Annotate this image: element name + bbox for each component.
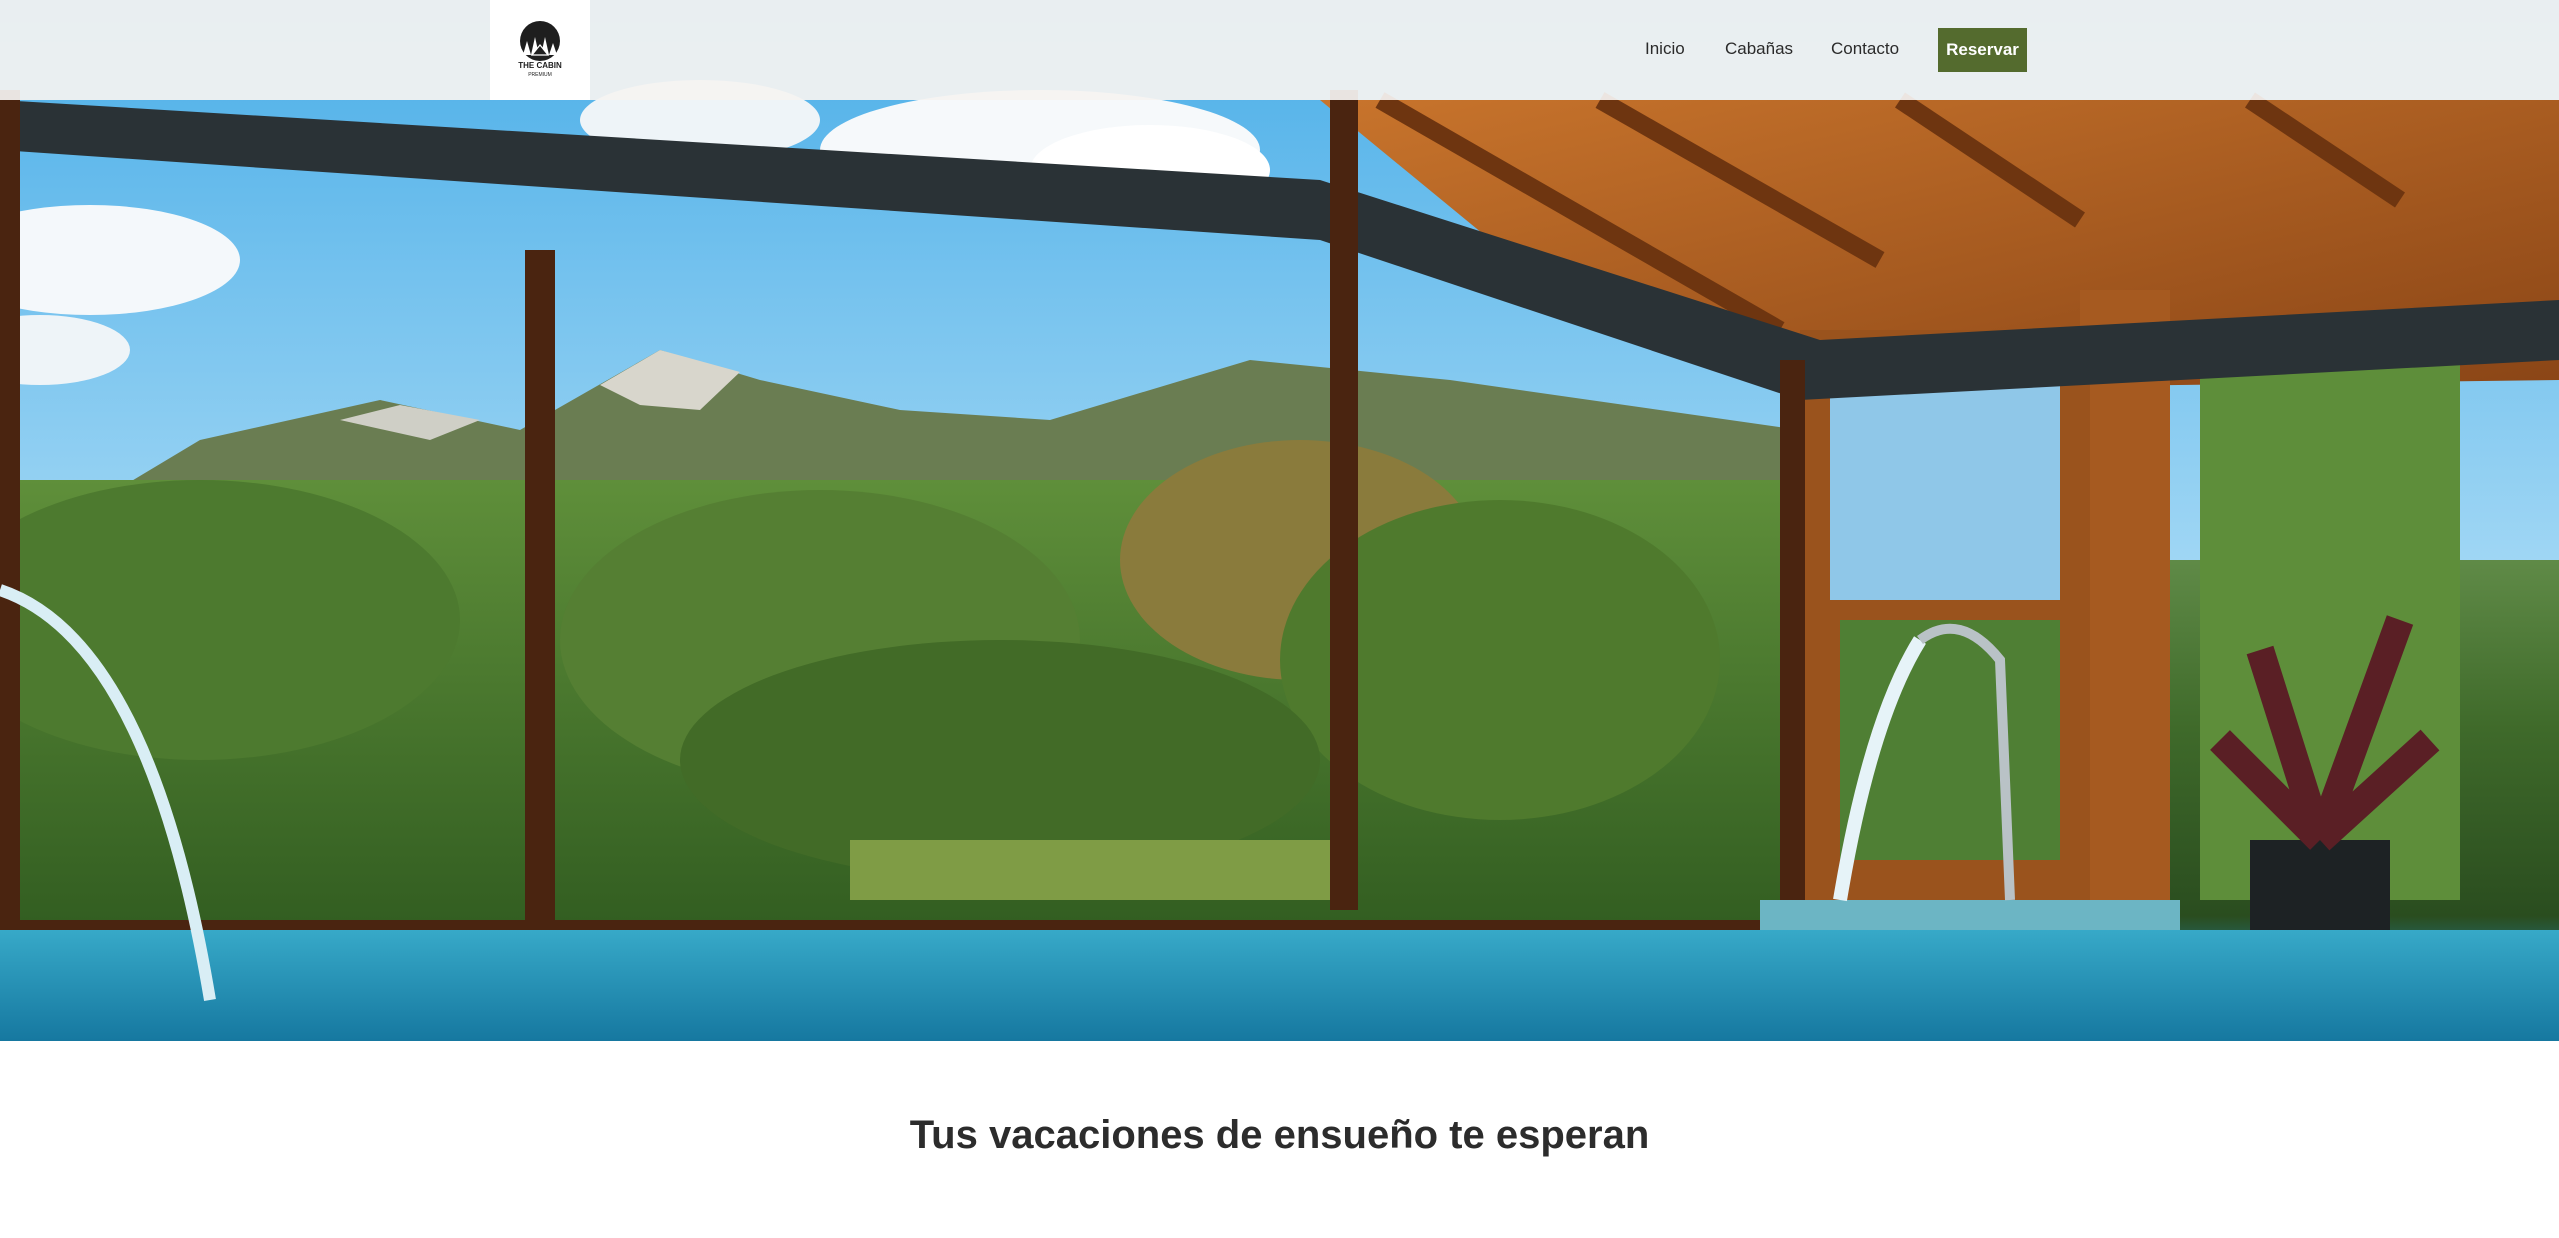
- hero-illustration: [0, 0, 2559, 1041]
- nav-link-cabanas[interactable]: Cabañas: [1725, 38, 1793, 60]
- nav-link-inicio[interactable]: Inicio: [1645, 38, 1685, 60]
- logo-subtext: PREMIUM: [528, 72, 552, 78]
- logo-text: THE CABIN: [518, 61, 562, 70]
- nav-link-contacto[interactable]: Contacto: [1831, 38, 1899, 60]
- section-title: Tus vacaciones de ensueño te esperan: [909, 1113, 1650, 1157]
- cabin-tree-logo-icon: THE CABIN PREMIUM: [518, 21, 562, 78]
- top-navigation-bar: THE CABIN PREMIUM Inicio Cabañas Contact…: [0, 0, 2559, 100]
- hero-image: [0, 0, 2559, 1041]
- reservar-button[interactable]: Reservar: [1938, 28, 2027, 72]
- logo[interactable]: THE CABIN PREMIUM: [490, 0, 590, 100]
